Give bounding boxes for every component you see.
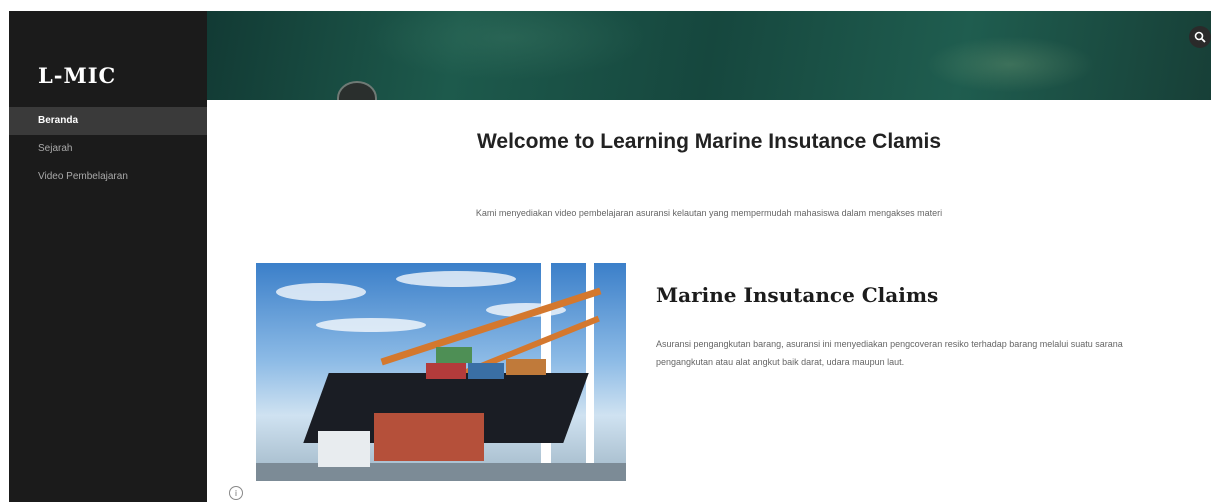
search-button[interactable] [1189, 26, 1211, 48]
truck-container [374, 413, 484, 461]
sidebar-item-sejarah[interactable]: Sejarah [9, 135, 207, 163]
cargo-ship-photo [256, 263, 626, 481]
banner-boat [337, 81, 377, 100]
site-logo[interactable]: L-MIC [38, 63, 116, 88]
sidebar-nav: Beranda Sejarah Video Pembelajaran [9, 107, 207, 191]
page-title: Welcome to Learning Marine Insutance Cla… [476, 130, 942, 153]
section-title: Marine Insutance Claims [656, 283, 939, 307]
truck-cab [318, 431, 370, 467]
sidebar-item-beranda[interactable]: Beranda [9, 107, 207, 135]
intro-text: Kami menyediakan video pembelajaran asur… [475, 208, 943, 218]
info-icon[interactable]: i [229, 486, 243, 500]
search-icon [1194, 31, 1206, 43]
sidebar-item-video-pembelajaran[interactable]: Video Pembelajaran [9, 163, 207, 191]
header-banner-image [207, 11, 1211, 100]
sidebar: L-MIC Beranda Sejarah Video Pembelajaran [9, 11, 207, 502]
section-description: Asuransi pengangkutan barang, asuransi i… [656, 339, 1123, 367]
